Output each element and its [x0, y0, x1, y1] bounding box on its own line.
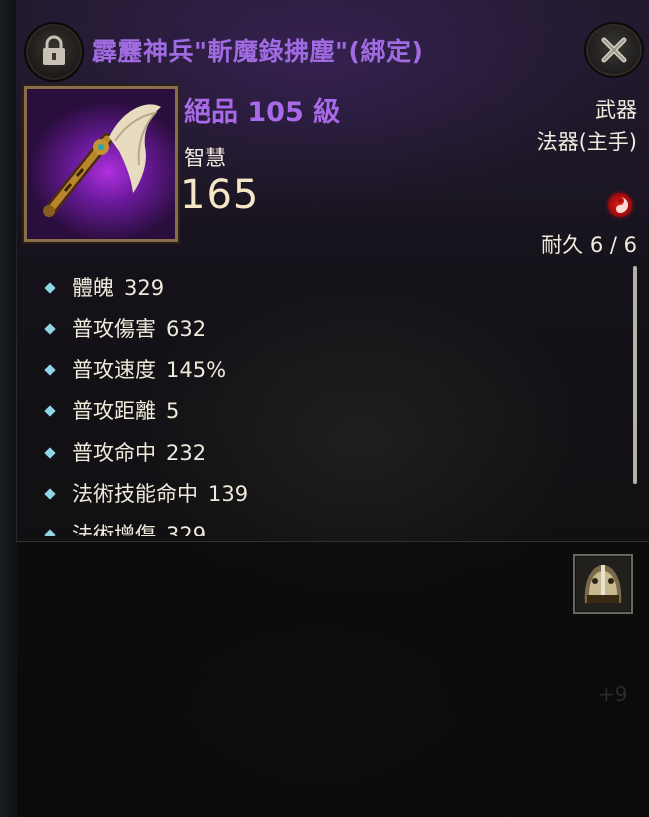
close-icon — [601, 37, 627, 63]
stat-label: 普攻傷害 — [72, 317, 156, 341]
soul-bound-icon — [608, 193, 632, 217]
stat-value: 632 — [166, 317, 207, 341]
scrollbar-thumb[interactable] — [633, 266, 637, 484]
diamond-bullet-icon — [44, 281, 56, 294]
stat-row: 法術增傷 329 — [32, 519, 206, 536]
item-category: 武器 — [595, 98, 637, 122]
stat-row: 普攻距離 5 — [32, 395, 179, 431]
stat-row: 體魄 329 — [32, 272, 164, 308]
stat-row: 普攻速度 145% — [32, 354, 226, 390]
diamond-bullet-icon — [44, 446, 56, 459]
diamond-bullet-icon — [44, 528, 56, 536]
stat-row: 法術技能命中 139 — [32, 478, 248, 514]
close-button[interactable] — [584, 22, 644, 78]
stat-row: 普攻命中 232 — [32, 437, 206, 473]
item-title: 霹靂神兵"斬魔錄拂塵"(綁定) — [92, 37, 424, 66]
stat-value: 145% — [166, 358, 227, 382]
equipment-slot[interactable] — [573, 554, 633, 614]
item-icon-frame[interactable] — [24, 86, 178, 242]
stat-value: 329 — [124, 276, 165, 300]
item-grade: 絕品 105 級 — [184, 97, 341, 128]
stat-label: 法術增傷 — [72, 523, 156, 536]
primary-stat-name: 智慧 — [184, 146, 226, 170]
stat-row: 普攻傷害 632 — [32, 313, 206, 349]
stat-value: 329 — [166, 523, 207, 536]
diamond-bullet-icon — [44, 487, 56, 500]
lock-icon — [24, 22, 84, 82]
item-durability: 耐久 6 / 6 — [541, 233, 637, 257]
stats-list[interactable]: 體魄 329 普攻傷害 632 普攻速度 145% 普攻距離 5 普攻命中 232 法術技… — [32, 268, 632, 536]
primary-stat-value: 165 — [180, 172, 260, 218]
lower-panel — [16, 542, 649, 817]
stat-label: 普攻命中 — [72, 441, 156, 465]
helmet-icon — [584, 565, 622, 603]
diamond-bullet-icon — [44, 363, 56, 376]
stat-label: 體魄 — [72, 276, 114, 300]
diamond-bullet-icon — [44, 404, 56, 417]
faded-enhance-text: +9 — [598, 682, 628, 706]
diamond-bullet-icon — [44, 322, 56, 335]
stat-value: 139 — [208, 482, 249, 506]
stat-label: 普攻距離 — [72, 399, 156, 423]
left-edge-panel — [0, 0, 17, 817]
stat-label: 普攻速度 — [72, 358, 156, 382]
stat-value: 232 — [166, 441, 207, 465]
stat-value: 5 — [166, 399, 180, 423]
stat-label: 法術技能命中 — [72, 482, 198, 506]
item-subcategory: 法器(主手) — [536, 130, 637, 154]
whisk-weapon-icon — [43, 104, 161, 217]
